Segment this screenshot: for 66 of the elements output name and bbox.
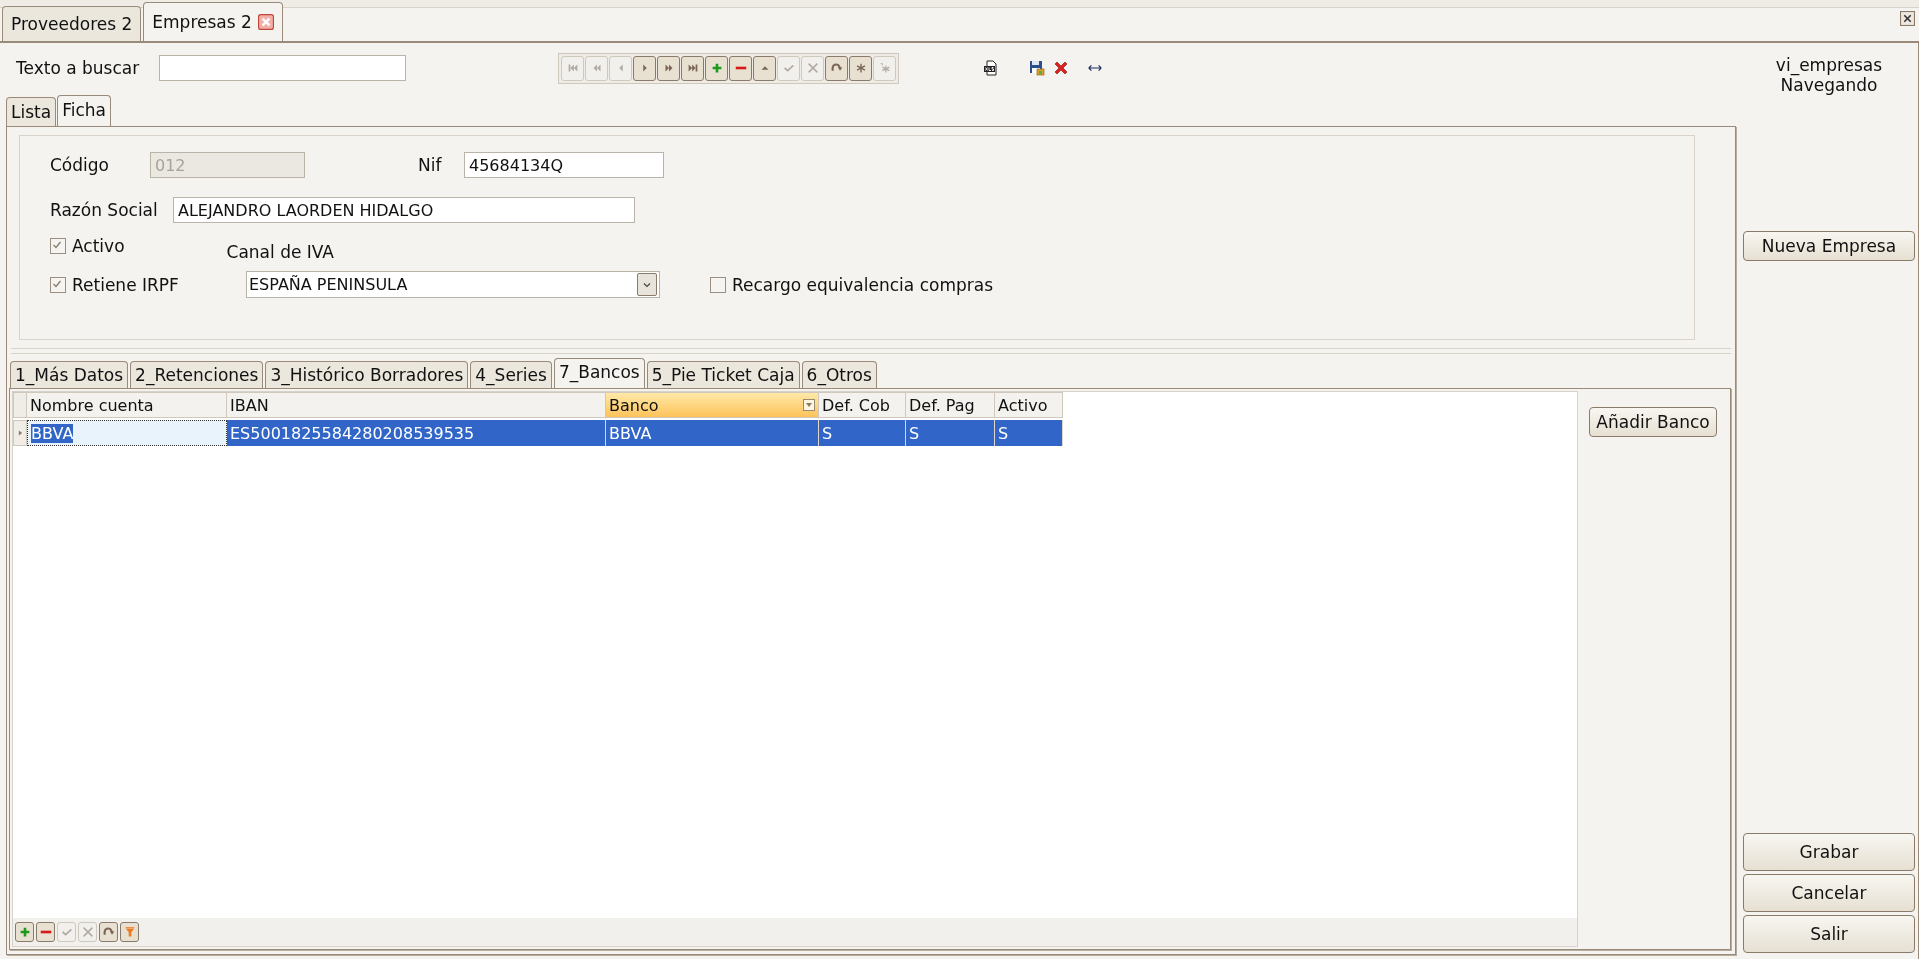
navigator-button[interactable] [825,55,849,81]
close-icon[interactable] [1900,11,1915,26]
navigator-button[interactable] [705,55,729,81]
detail-tab[interactable]: 6_Otros [801,361,877,388]
search-field[interactable] [159,55,407,81]
spreadsheet-icon[interactable] [983,60,1000,76]
cross-icon [805,61,820,75]
view-tab[interactable]: Lista [6,97,57,126]
company-name-field[interactable]: ALEJANDRO LAORDEN HIDALGO [173,197,635,223]
irpf-checkbox[interactable]: Retiene IRPF [50,274,246,295]
double-arrow-icon[interactable] [1087,63,1104,73]
cancel-button[interactable]: Cancelar [1743,874,1915,912]
detail-tab[interactable]: 1_Más Datos [10,361,129,388]
active-checkbox[interactable]: Activo [50,236,125,256]
splitter-handle[interactable] [11,348,1731,354]
mode-text: Navegando [1780,75,1878,95]
table-cell: S [906,420,995,446]
row-pointer-icon [17,429,23,437]
check-icon [51,239,63,251]
search-label: Texto a buscar [16,58,140,78]
vat-channel-dropdown[interactable]: ESPAÑA PENINSULA [246,271,660,298]
table-cell: S [995,420,1063,446]
field-label: Canal de IVA [226,242,334,262]
close-icon[interactable] [257,14,274,30]
table-cell: BBVA [27,420,227,446]
column-header[interactable]: IBAN [227,392,606,418]
exit-button[interactable]: Salir [1743,915,1915,953]
view-tab[interactable]: Ficha [57,95,111,126]
navigator-button[interactable] [633,55,657,81]
navigator-button[interactable] [753,55,777,81]
grid-tool-button[interactable] [15,922,34,942]
column-header[interactable]: Nombre cuenta [27,392,227,418]
detail-tab[interactable]: 5_Pie Ticket Caja [646,361,800,388]
detail-tab[interactable]: 2_Retenciones [130,361,264,388]
filter-icon[interactable] [803,399,815,411]
document-tab[interactable]: Empresas 2 [143,2,283,41]
grid-tool-button[interactable] [120,922,139,942]
add-bank-button[interactable]: Añadir Banco [1589,407,1717,437]
table-cell: S [819,420,906,446]
save-icon[interactable] [1029,60,1046,76]
save-button[interactable]: Grabar [1743,833,1915,871]
field-label: Razón Social [50,200,159,220]
new-company-button[interactable]: Nueva Empresa [1743,231,1915,261]
navigator-button[interactable] [729,55,753,81]
close-icon[interactable] [1053,60,1070,76]
cross-icon [80,925,95,939]
detail-tab[interactable]: 4_Series [470,361,552,388]
surcharge-checkbox[interactable]: Recargo equivalencia compras [710,274,993,295]
field-label: Nif [418,155,443,175]
grid-tool-button[interactable] [99,922,118,942]
column-header[interactable]: Activo [995,392,1063,418]
detail-tab[interactable]: 3_Histórico Borradores [265,361,469,388]
column-header[interactable]: Def. Cob [819,392,906,418]
field-label: Código [50,155,110,175]
view-name-text: vi_empresas [1775,55,1883,75]
navigator-button[interactable] [681,55,705,81]
column-header[interactable]: Banco [606,392,819,418]
nif-field[interactable]: 45684134Q [464,152,664,178]
column-header[interactable]: Def. Pag [906,392,995,418]
detail-tab[interactable]: 7_Bancos [553,358,645,388]
navigator-button[interactable] [849,55,873,81]
table-cell: ES5001825584280208539535 [227,420,606,446]
navigator-button[interactable] [657,55,681,81]
document-tab[interactable]: Proveedores 2 [2,6,142,41]
table-cell: BBVA [606,420,819,446]
grid-tool-button[interactable] [36,922,55,942]
